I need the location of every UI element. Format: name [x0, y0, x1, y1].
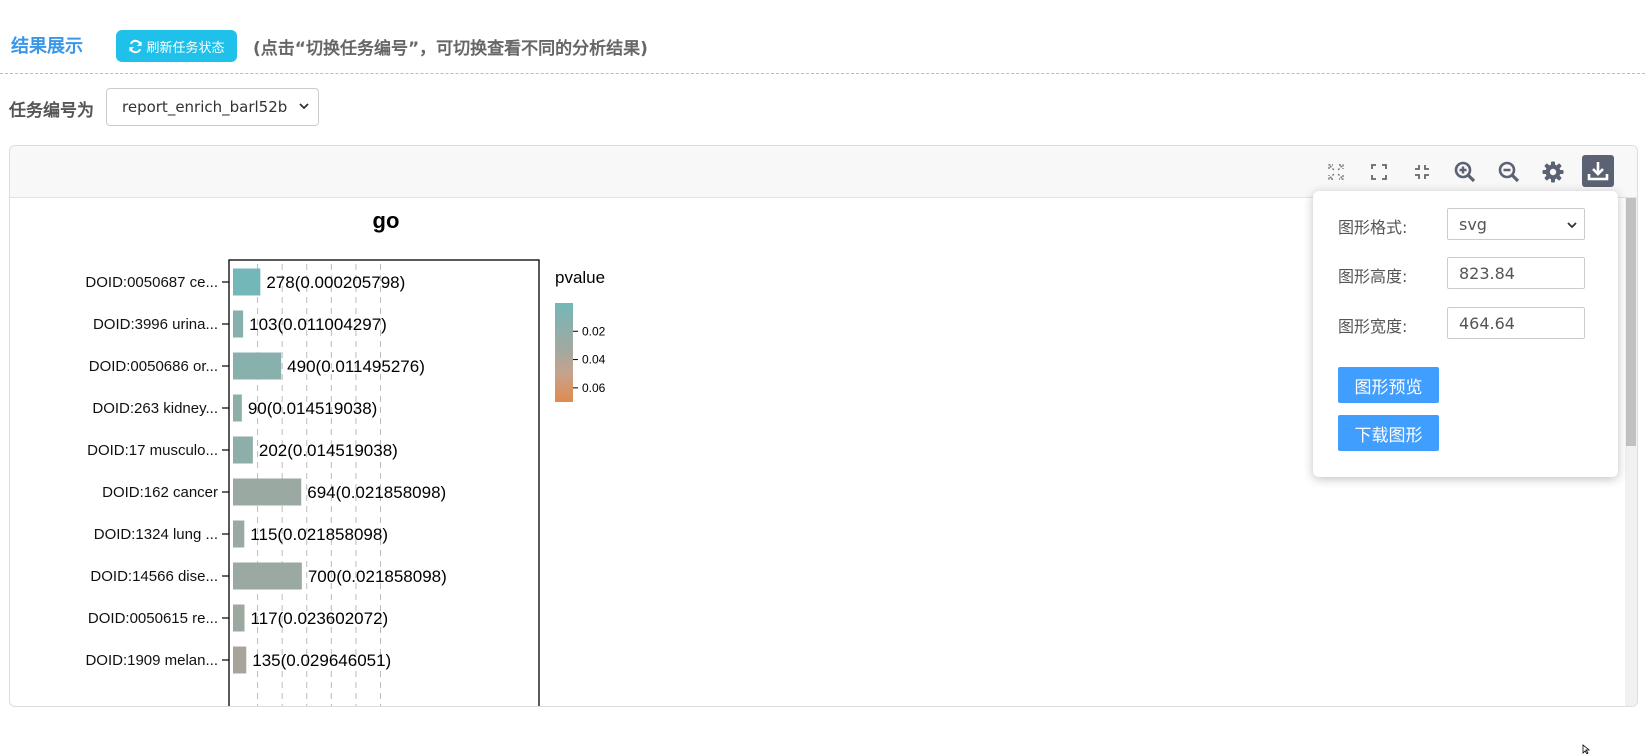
height-label: 图形高度:	[1338, 267, 1408, 286]
bar-value-label: 115(0.021858098)	[250, 525, 388, 544]
fit-icon[interactable]	[1322, 158, 1350, 186]
bar	[233, 604, 245, 632]
bar	[233, 352, 282, 380]
legend-tick-label: 0.04	[582, 353, 606, 367]
bar-value-label: 694(0.021858098)	[307, 483, 446, 502]
task-id-label: 任务编号为	[9, 101, 94, 121]
format-label: 图形格式:	[1338, 218, 1408, 237]
category-label: DOID:0050686 or...	[89, 358, 218, 375]
legend-tick-label: 0.06	[582, 381, 606, 395]
pvalue-legend: pvalue 0.02 0.04 0.06	[555, 268, 606, 402]
bar	[233, 394, 242, 422]
category-label: DOID:3996 urina...	[93, 316, 218, 333]
zoom-out-icon[interactable]	[1495, 158, 1523, 186]
category-label: DOID:14566 dise...	[90, 568, 218, 585]
bar-value-label: 135(0.029646051)	[252, 651, 391, 670]
chart-title: go	[373, 208, 400, 233]
chevron-down-icon	[299, 103, 309, 110]
bar-value-label: 700(0.021858098)	[308, 567, 447, 586]
category-label: DOID:162 cancer	[102, 484, 218, 501]
bar-value-label: 103(0.011004297)	[249, 315, 387, 334]
bar-value-label: 278(0.000205798)	[266, 273, 405, 292]
format-select[interactable]: svg	[1447, 208, 1585, 240]
bar	[233, 310, 244, 338]
results-header: 结果展示 刷新任务状态 (点击“切换任务编号”，可切换查看不同的分析结果)	[0, 0, 1645, 74]
zoom-in-icon[interactable]	[1451, 158, 1479, 186]
download-icon[interactable]	[1582, 155, 1614, 187]
category-label: DOID:1909 melan...	[85, 652, 218, 669]
width-label: 图形宽度:	[1338, 317, 1408, 336]
task-id-value: report_enrich_barl52be	[122, 98, 287, 116]
legend-tick-label: 0.02	[582, 324, 606, 338]
height-input[interactable]: 823.84	[1447, 257, 1585, 289]
category-label: DOID:263 kidney...	[92, 400, 218, 417]
legend-title: pvalue	[555, 268, 605, 287]
bar-value-label: 490(0.011495276)	[287, 357, 425, 376]
refresh-status-label: 刷新任务状态	[146, 40, 225, 56]
bar-value-label: 90(0.014519038)	[248, 399, 378, 418]
format-value: svg	[1459, 214, 1487, 234]
bar	[233, 436, 253, 464]
bar	[233, 562, 302, 590]
fullscreen-icon[interactable]	[1365, 158, 1393, 186]
preview-button[interactable]: 图形预览	[1338, 367, 1439, 403]
bar-value-label: 202(0.014519038)	[259, 441, 398, 460]
task-id-select[interactable]: report_enrich_barl52be	[106, 88, 319, 126]
width-input[interactable]: 464.64	[1447, 307, 1585, 339]
scrollbar-thumb[interactable]	[1626, 198, 1636, 446]
refresh-status-button[interactable]: 刷新任务状态	[116, 30, 237, 62]
hint-text: (点击“切换任务编号”，可切换查看不同的分析结果)	[253, 39, 648, 59]
bar	[233, 520, 245, 548]
legend-colorbar	[555, 303, 573, 402]
settings-icon[interactable]	[1539, 158, 1567, 186]
category-label: DOID:1324 lung ...	[94, 526, 218, 543]
mouse-cursor-icon	[1582, 744, 1591, 754]
download-button[interactable]: 下载图形	[1338, 415, 1439, 451]
download-settings-popup: 图形格式: svg 图形高度: 823.84 图形宽度: 464.64 图形预览…	[1313, 191, 1618, 477]
chart-scrollbar[interactable]	[1625, 198, 1637, 706]
bar	[233, 646, 247, 674]
bar-value-label: 117(0.023602072)	[251, 609, 389, 628]
results-title: 结果展示	[11, 36, 83, 57]
bar	[233, 268, 261, 296]
refresh-icon	[129, 39, 143, 53]
category-label: DOID:0050687 ce...	[85, 274, 218, 291]
category-label: DOID:17 musculo...	[87, 442, 218, 459]
bar	[233, 478, 302, 506]
category-label: DOID:0050615 re...	[88, 610, 218, 627]
chevron-down-icon	[1567, 222, 1577, 229]
exit-fullscreen-icon[interactable]	[1408, 158, 1436, 186]
